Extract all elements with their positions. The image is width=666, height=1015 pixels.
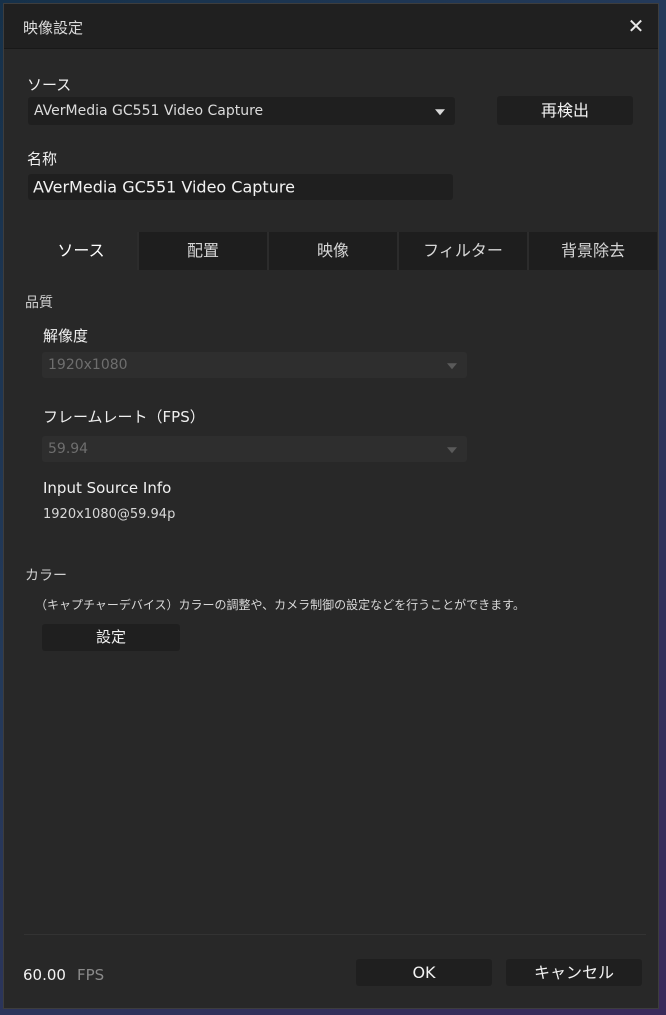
footer-divider [24,934,646,935]
name-input-value: AVerMedia GC551 Video Capture [33,177,295,197]
fps-unit: FPS [77,966,105,984]
ok-button[interactable]: OK [356,959,492,986]
color-description: （キャプチャーデバイス）カラーの調整や、カメラ制御の設定などを行うことができます… [35,598,525,612]
tab-filter[interactable]: フィルター [397,232,527,270]
input-source-info-value: 1920x1080@59.94p [43,507,176,522]
name-input[interactable]: AVerMedia GC551 Video Capture [28,174,453,200]
name-label: 名称 [27,150,58,168]
dialog-title: 映像設定 [23,19,84,37]
input-source-info-label: Input Source Info [43,479,172,497]
tab-source[interactable]: ソース [25,232,137,270]
quality-section-label: 品質 [25,295,53,311]
framerate-label: フレームレート（FPS） [43,408,205,426]
fps-value: 60.00 [23,966,66,984]
tab-layout[interactable]: 配置 [137,232,267,270]
framerate-value: 59.94 [48,441,89,457]
redetect-button[interactable]: 再検出 [497,96,633,125]
titlebar: 映像設定 ✕ [4,4,658,49]
tab-background-removal[interactable]: 背景除去 [527,232,657,270]
source-device-value: AVerMedia GC551 Video Capture [34,103,264,119]
video-settings-dialog: 映像設定 ✕ ソース AVerMedia GC551 Video Capture… [3,3,659,1009]
resolution-value: 1920x1080 [48,357,128,373]
chevron-down-icon [447,363,457,370]
source-label: ソース [27,76,72,94]
tab-bar: ソース 配置 映像 フィルター 背景除去 [25,232,657,270]
framerate-select: 59.94 [42,436,467,462]
chevron-down-icon [435,109,445,116]
color-settings-button[interactable]: 設定 [42,624,180,651]
tab-video[interactable]: 映像 [267,232,397,270]
color-section-label: カラー [25,568,67,584]
close-icon[interactable]: ✕ [624,14,648,38]
source-device-select[interactable]: AVerMedia GC551 Video Capture [28,97,455,125]
resolution-label: 解像度 [43,327,89,345]
cancel-button[interactable]: キャンセル [506,959,642,986]
chevron-down-icon [447,447,457,454]
resolution-select: 1920x1080 [42,352,467,378]
